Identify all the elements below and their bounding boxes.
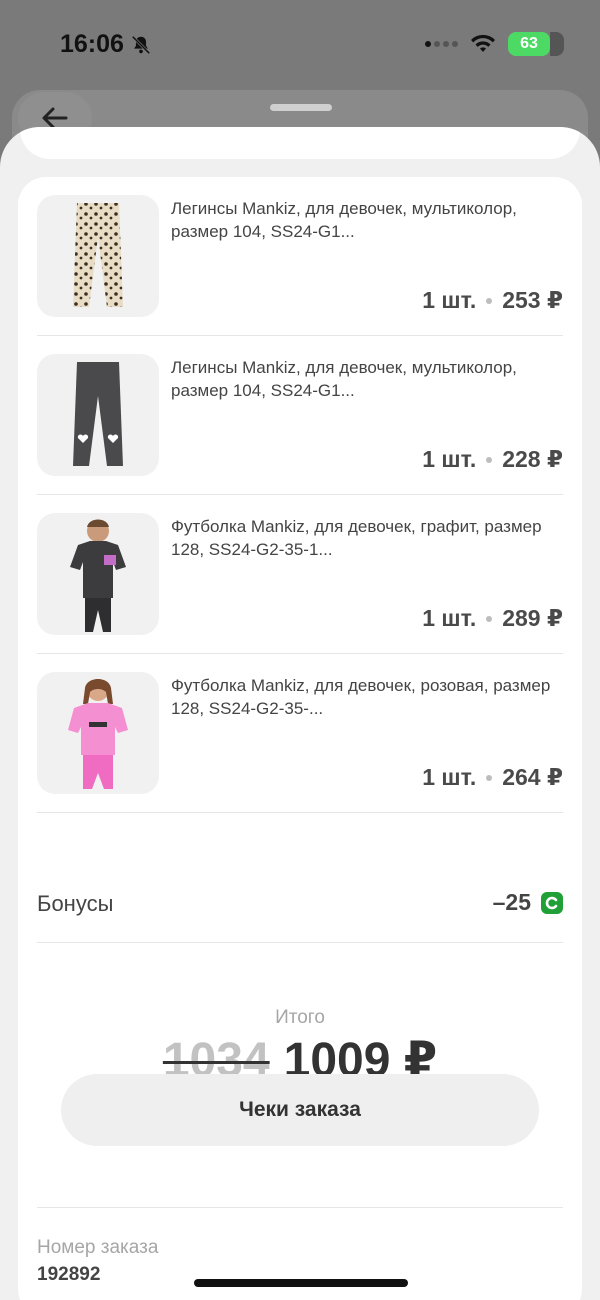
top-card-edge (20, 127, 580, 159)
bottom-sheet: Легинсы Mankiz, для девочек, мультиколор… (0, 127, 600, 1300)
item-price-row: 1 шт. 264 ₽ (422, 764, 563, 791)
item-price-row: 1 шт. 253 ₽ (422, 287, 563, 314)
item-title: Футболка Mankiz, для девочек, графит, ра… (171, 517, 542, 559)
battery-indicator: 63 (508, 32, 564, 56)
item-title: Легинсы Mankiz, для девочек, мультиколор… (171, 358, 517, 400)
order-card: Легинсы Mankiz, для девочек, мультиколор… (18, 177, 582, 1300)
item-price-row: 1 шт. 228 ₽ (422, 446, 563, 473)
leopard-leggings-icon (73, 203, 123, 307)
order-receipts-button[interactable]: Чеки заказа (61, 1074, 539, 1146)
sheet-grabber[interactable] (270, 104, 332, 111)
order-item[interactable]: Футболка Mankiz, для девочек, графит, ра… (37, 495, 563, 654)
cellular-signal-icon (425, 41, 458, 47)
bonuses-label: Бонусы (37, 891, 114, 916)
separator-dot (486, 456, 493, 463)
item-quantity: 1 шт. (422, 446, 477, 472)
item-quantity: 1 шт. (422, 605, 477, 631)
wifi-icon (471, 34, 495, 52)
item-quantity: 1 шт. (422, 764, 477, 790)
bell-muted-icon (131, 35, 151, 54)
home-indicator[interactable] (194, 1279, 408, 1287)
product-image (37, 195, 159, 317)
item-price: 289 ₽ (502, 605, 563, 631)
item-price: 253 ₽ (502, 287, 563, 313)
grey-leggings-icon (73, 362, 123, 466)
item-price-row: 1 шт. 289 ₽ (422, 605, 563, 632)
product-image (37, 513, 159, 635)
status-indicators: 63 (425, 32, 564, 56)
separator-dot (486, 297, 493, 304)
item-price: 264 ₽ (502, 764, 563, 790)
order-item[interactable]: Легинсы Mankiz, для девочек, мультиколор… (37, 177, 563, 336)
separator-dot (486, 774, 493, 781)
divider (37, 1207, 563, 1208)
item-title: Футболка Mankiz, для девочек, розовая, р… (171, 676, 551, 718)
item-price: 228 ₽ (502, 446, 563, 472)
arrow-left-icon (42, 107, 68, 129)
order-item[interactable]: Легинсы Mankiz, для девочек, мультиколор… (37, 336, 563, 495)
separator-dot (486, 615, 493, 622)
status-time: 16:06 (60, 30, 152, 59)
order-item[interactable]: Футболка Mankiz, для девочек, розовая, р… (37, 654, 563, 813)
item-title: Легинсы Mankiz, для девочек, мультиколор… (171, 199, 517, 241)
order-number-label: Номер заказа (37, 1237, 159, 1258)
pink-tshirt-icon (68, 679, 128, 789)
total-label: Итого (275, 1007, 325, 1028)
product-image (37, 672, 159, 794)
graphite-tshirt-icon (70, 519, 126, 632)
time-label: 16:06 (60, 30, 124, 58)
product-image (37, 354, 159, 476)
sber-bonus-icon (541, 891, 563, 914)
bonuses-row: Бонусы –25 (37, 863, 563, 943)
status-bar: 16:06 63 (0, 0, 600, 90)
item-quantity: 1 шт. (422, 287, 477, 313)
battery-level: 63 (520, 35, 538, 52)
bonuses-amount: –25 (492, 889, 531, 915)
order-number: 192892 (37, 1264, 101, 1285)
bonuses-value: –25 (493, 889, 563, 916)
